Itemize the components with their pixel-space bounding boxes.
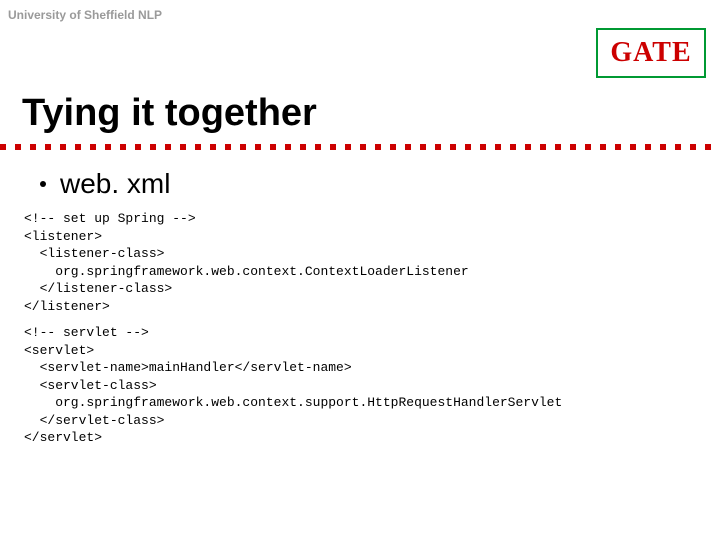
code-block-servlet: <!-- servlet --> <servlet> <servlet-name… (24, 324, 562, 447)
slide-title: Tying it together (22, 92, 317, 135)
bullet-label: web. xml (60, 168, 170, 200)
gate-logo-text: GATE (610, 37, 691, 69)
bullet-dot-icon (40, 181, 46, 187)
code-block-spring: <!-- set up Spring --> <listener> <liste… (24, 210, 469, 315)
bullet-item: web. xml (40, 168, 170, 200)
gate-logo: GATE (596, 28, 706, 78)
affiliation-label: University of Sheffield NLP (8, 8, 162, 22)
divider (0, 144, 720, 150)
